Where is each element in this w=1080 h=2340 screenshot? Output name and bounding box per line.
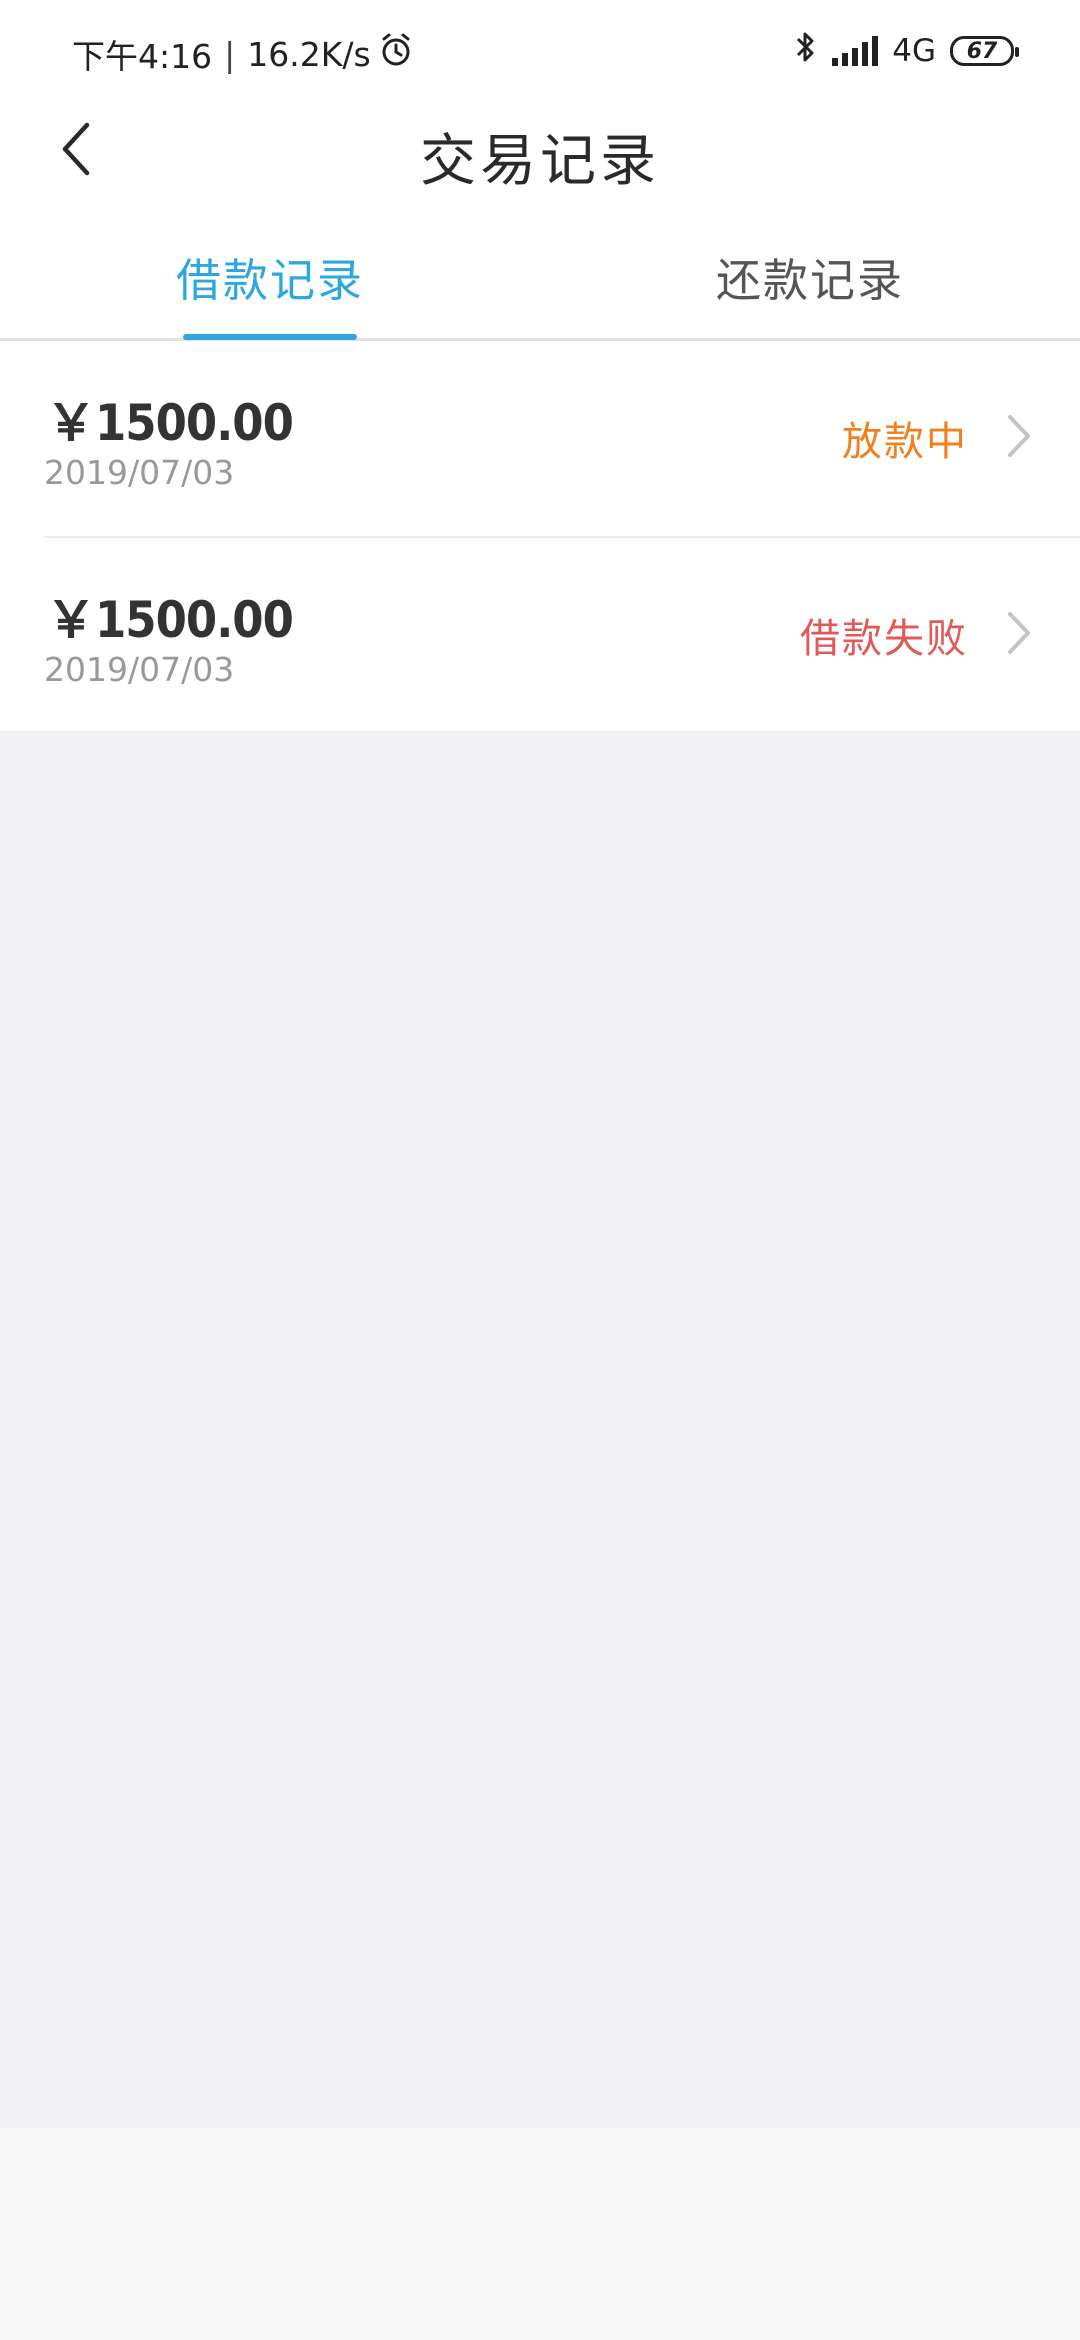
empty-content-area — [0, 732, 1080, 2128]
record-amount: ￥1500.00 — [46, 394, 294, 452]
list-item[interactable]: ￥1500.00 2019/07/03 借款失败 — [44, 536, 1080, 731]
tab-borrow-records[interactable]: 借款记录 — [0, 244, 540, 309]
network-type: 4G — [892, 33, 936, 69]
record-date: 2019/07/03 — [44, 650, 235, 689]
battery-level: 67 — [966, 38, 998, 64]
tab-bar: 借款记录 还款记录 — [0, 200, 1080, 341]
page: 下午4:16 | 16.2K/s 4G 67 交易记录 借款记录 还款记录 ￥1… — [0, 0, 1080, 2340]
list-item[interactable]: ￥1500.00 2019/07/03 放款中 — [0, 341, 1080, 536]
record-amount: ￥1500.00 — [46, 591, 294, 649]
battery-icon: 67 — [950, 36, 1019, 66]
tab-repay-records[interactable]: 还款记录 — [540, 244, 1080, 309]
page-title: 交易记录 — [420, 129, 660, 194]
record-date: 2019/07/03 — [44, 453, 235, 492]
alarm-icon — [379, 33, 413, 75]
signal-icon — [832, 36, 879, 66]
status-bar: 下午4:16 | 16.2K/s 4G 67 — [0, 0, 1080, 100]
status-separator: | — [224, 34, 236, 74]
chevron-right-icon — [1008, 415, 1030, 457]
record-list: ￥1500.00 2019/07/03 放款中 ￥1500.00 2019/07… — [0, 341, 1080, 733]
record-status: 借款失败 — [800, 616, 968, 662]
header: 交易记录 — [0, 100, 1080, 200]
status-left: 下午4:16 | 16.2K/s — [72, 30, 413, 78]
record-status: 放款中 — [842, 419, 968, 465]
chevron-right-icon — [1008, 612, 1030, 654]
status-right: 4G 67 — [792, 30, 1019, 72]
tab-active-indicator — [183, 334, 357, 340]
bluetooth-icon — [792, 30, 818, 72]
status-time: 下午4:16 — [72, 37, 213, 76]
status-speed: 16.2K/s — [247, 34, 371, 74]
